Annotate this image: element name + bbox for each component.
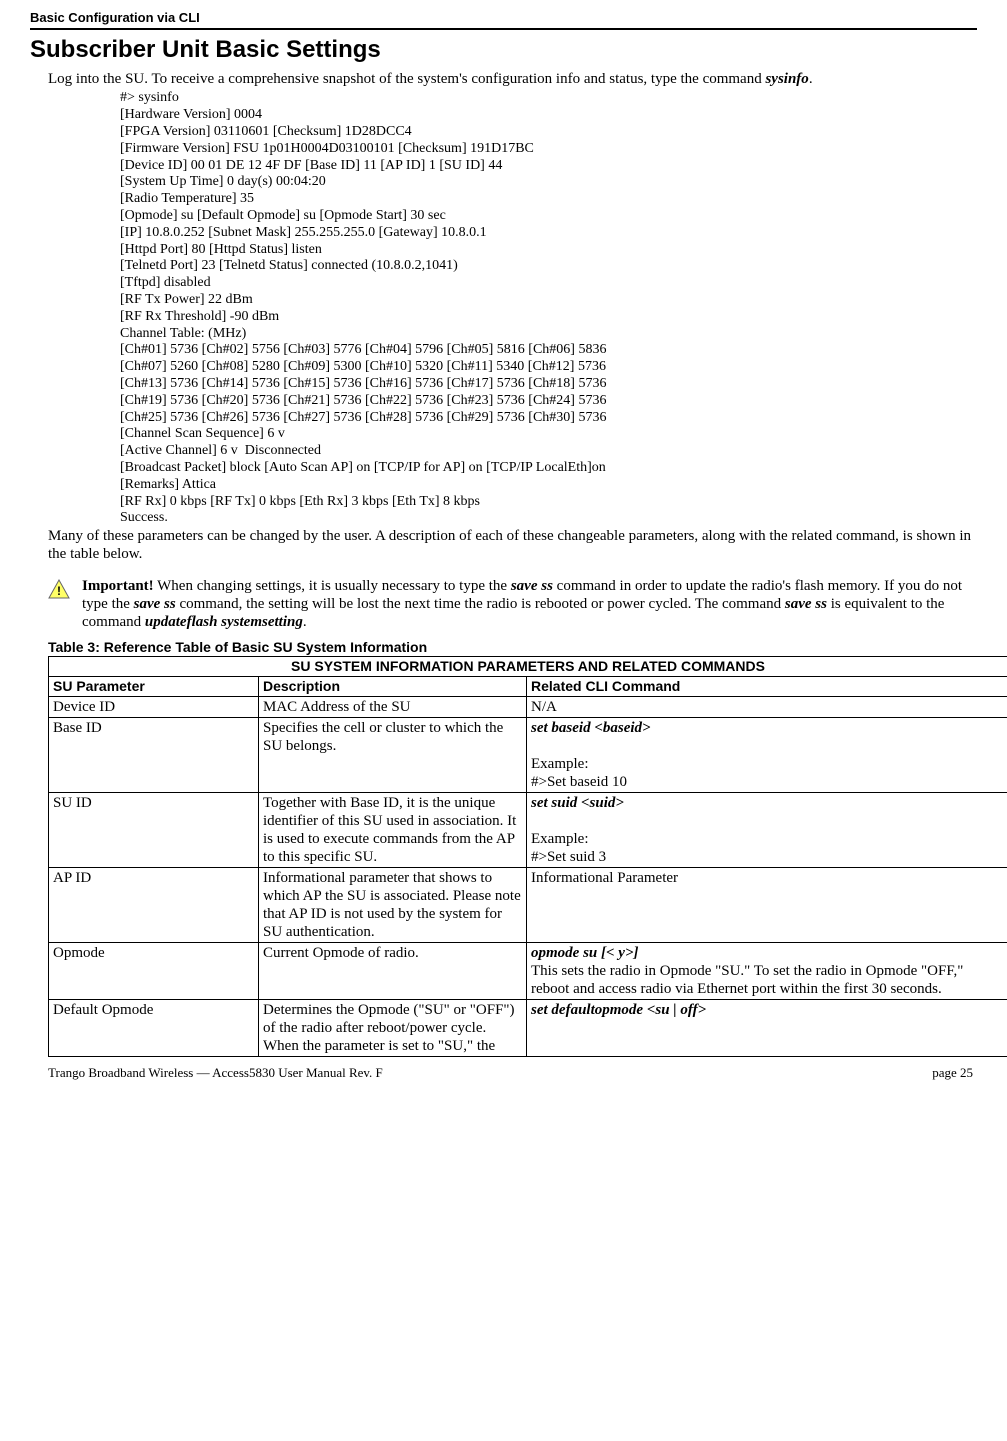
- save-ss-cmd-3: save ss: [785, 596, 827, 612]
- col-header-description: Description: [259, 676, 527, 696]
- cell-command: set defaultopmode <su | off>: [527, 999, 1007, 1056]
- table-caption: Table 3: Reference Table of Basic SU Sys…: [48, 639, 977, 656]
- warning-icon: !: [48, 579, 70, 631]
- col-header-command: Related CLI Command: [527, 676, 1007, 696]
- cell-description: Determines the Opmode ("SU" or "OFF") of…: [259, 999, 527, 1056]
- cell-description: Together with Base ID, it is the unique …: [259, 792, 527, 867]
- footer-left: Trango Broadband Wireless — Access5830 U…: [48, 1065, 383, 1081]
- cell-parameter: Default Opmode: [49, 999, 259, 1056]
- save-ss-cmd-2: save ss: [134, 596, 176, 612]
- cell-parameter: SU ID: [49, 792, 259, 867]
- cmd-syntax: opmode su [< y>]: [531, 945, 639, 961]
- cell-command: N/A: [527, 696, 1007, 717]
- table-row: Device ID MAC Address of the SU N/A: [49, 696, 1007, 717]
- note-seg-1: When changing settings, it is usually ne…: [154, 578, 511, 594]
- sysinfo-command: sysinfo: [765, 71, 808, 87]
- table-row: Default Opmode Determines the Opmode ("S…: [49, 999, 1007, 1056]
- intro-text-post: .: [809, 71, 813, 87]
- example-label: Example:: [531, 831, 588, 847]
- cmd-syntax: set suid <suid>: [531, 795, 624, 811]
- updateflash-cmd: updateflash systemsetting: [145, 614, 303, 630]
- cell-parameter: AP ID: [49, 867, 259, 942]
- cell-parameter: Base ID: [49, 717, 259, 792]
- cmd-syntax: set baseid <baseid>: [531, 720, 651, 736]
- intro-text-pre: Log into the SU. To receive a comprehens…: [48, 71, 765, 87]
- cmd-syntax: set defaultopmode <su | off>: [531, 1002, 706, 1018]
- cell-parameter: Opmode: [49, 942, 259, 999]
- table-row: SU ID Together with Base ID, it is the u…: [49, 792, 1007, 867]
- intro-paragraph: Log into the SU. To receive a comprehens…: [48, 70, 977, 88]
- cmd-description: This sets the radio in Opmode "SU." To s…: [531, 963, 963, 997]
- table-header-row: SU Parameter Description Related CLI Com…: [49, 676, 1007, 696]
- table-row: Opmode Current Opmode of radio. opmode s…: [49, 942, 1007, 999]
- footer-right: page 25: [932, 1065, 973, 1081]
- important-label: Important!: [82, 578, 154, 594]
- cell-parameter: Device ID: [49, 696, 259, 717]
- note-seg-3: command, the setting will be lost the ne…: [176, 596, 785, 612]
- table-header-span-row: SU SYSTEM INFORMATION PARAMETERS AND REL…: [49, 656, 1007, 676]
- cell-command: set suid <suid> Example: #>Set suid 3: [527, 792, 1007, 867]
- running-header: Basic Configuration via CLI: [30, 10, 977, 30]
- page-footer: Trango Broadband Wireless — Access5830 U…: [30, 1065, 977, 1081]
- after-cli-paragraph: Many of these parameters can be changed …: [48, 527, 977, 563]
- table-span-header: SU SYSTEM INFORMATION PARAMETERS AND REL…: [49, 656, 1007, 676]
- cell-command: set baseid <baseid> Example: #>Set basei…: [527, 717, 1007, 792]
- note-seg-5: .: [303, 614, 307, 630]
- save-ss-cmd-1: save ss: [511, 578, 553, 594]
- cli-output: #> sysinfo [Hardware Version] 0004 [FPGA…: [120, 90, 977, 527]
- cell-description: Informational parameter that shows to wh…: [259, 867, 527, 942]
- svg-text:!: !: [57, 584, 61, 598]
- example-label: Example:: [531, 756, 588, 772]
- cell-description: Current Opmode of radio.: [259, 942, 527, 999]
- cell-command: opmode su [< y>] This sets the radio in …: [527, 942, 1007, 999]
- example-value: #>Set suid 3: [531, 849, 606, 865]
- table-row: AP ID Informational parameter that shows…: [49, 867, 1007, 942]
- section-title: Subscriber Unit Basic Settings: [30, 36, 977, 65]
- cell-description: Specifies the cell or cluster to which t…: [259, 717, 527, 792]
- col-header-parameter: SU Parameter: [49, 676, 259, 696]
- page: Basic Configuration via CLI Subscriber U…: [0, 0, 1007, 1100]
- example-value: #>Set baseid 10: [531, 774, 627, 790]
- su-info-table: SU SYSTEM INFORMATION PARAMETERS AND REL…: [48, 656, 1007, 1057]
- cell-command: Informational Parameter: [527, 867, 1007, 942]
- cell-description: MAC Address of the SU: [259, 696, 527, 717]
- important-note: ! Important! When changing settings, it …: [48, 577, 977, 631]
- note-text: Important! When changing settings, it is…: [82, 577, 977, 631]
- table-row: Base ID Specifies the cell or cluster to…: [49, 717, 1007, 792]
